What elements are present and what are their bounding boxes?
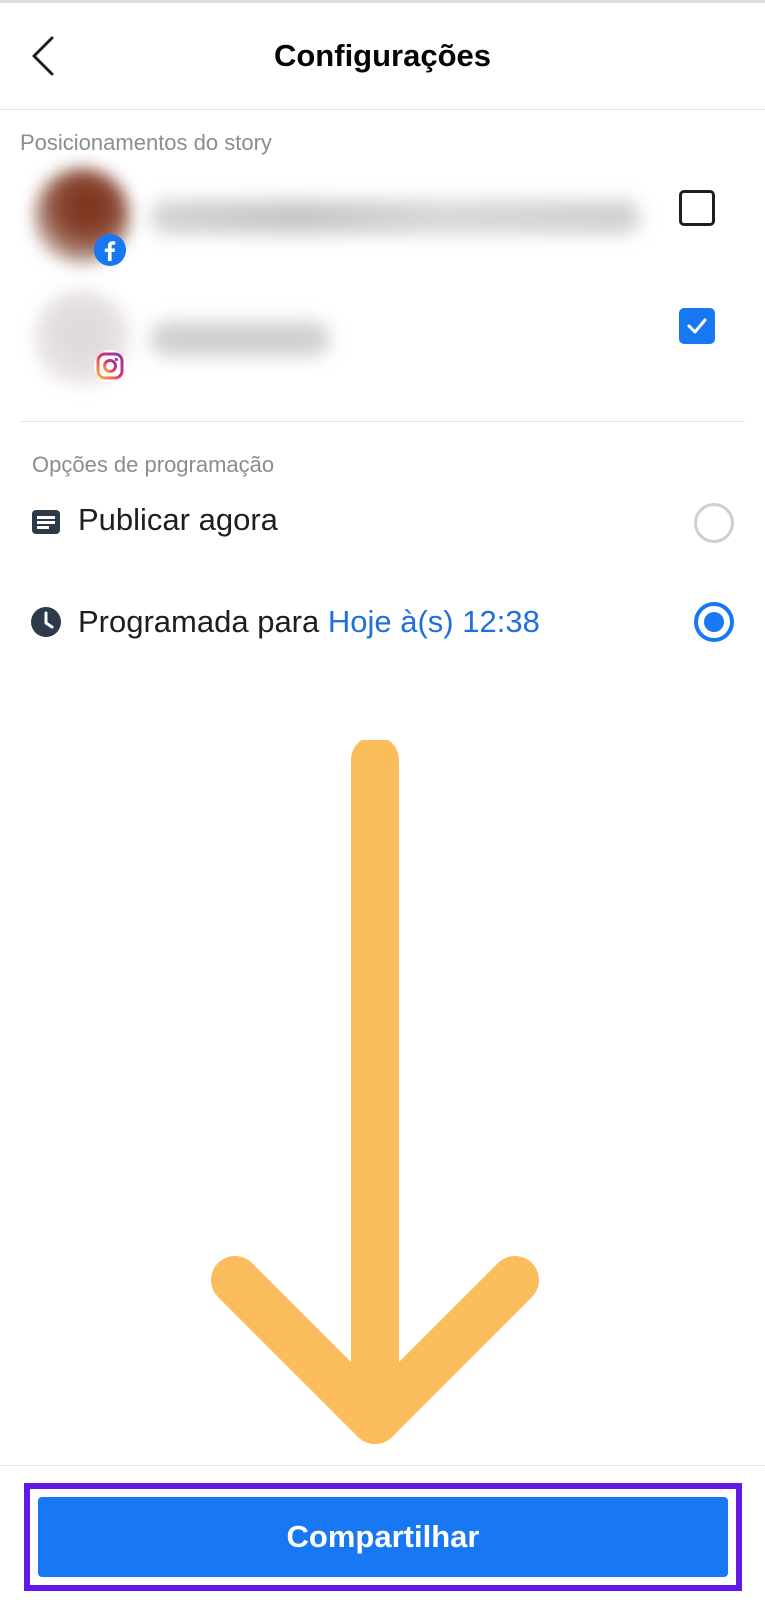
option-scheduled-text: Programada para Hoje à(s) 12:38 <box>78 604 540 640</box>
document-icon <box>30 506 62 538</box>
schedule-time-link[interactable]: Hoje à(s) 12:38 <box>328 604 540 639</box>
option-label: Programada para <box>78 604 320 639</box>
schedule-section-label: Opções de programação <box>32 452 275 477</box>
divider <box>20 421 745 422</box>
annotation-arrow-down-icon <box>211 740 539 1444</box>
placements-section-label: Posicionamentos do story <box>20 130 272 155</box>
share-button[interactable]: Compartilhar <box>38 1497 728 1577</box>
account-row-facebook[interactable] <box>0 158 765 278</box>
clock-icon <box>30 606 62 638</box>
checkmark-icon <box>687 318 707 334</box>
account-row-instagram[interactable] <box>0 278 765 398</box>
option-publish-now[interactable]: Publicar agora <box>0 482 765 562</box>
radio-scheduled[interactable] <box>694 602 734 642</box>
settings-screen: Configurações Posicionamentos do story O… <box>0 0 765 1600</box>
checkbox-instagram[interactable] <box>679 308 715 344</box>
account-name <box>150 200 640 234</box>
facebook-icon <box>94 234 126 266</box>
option-scheduled[interactable]: Programada para Hoje à(s) 12:38 <box>0 582 765 662</box>
header: Configurações <box>0 0 765 110</box>
radio-publish-now[interactable] <box>694 503 734 543</box>
page-title: Configurações <box>273 38 492 73</box>
checkbox-facebook[interactable] <box>679 190 715 226</box>
option-label: Publicar agora <box>78 502 278 537</box>
account-name <box>150 322 330 356</box>
instagram-icon <box>94 350 126 382</box>
